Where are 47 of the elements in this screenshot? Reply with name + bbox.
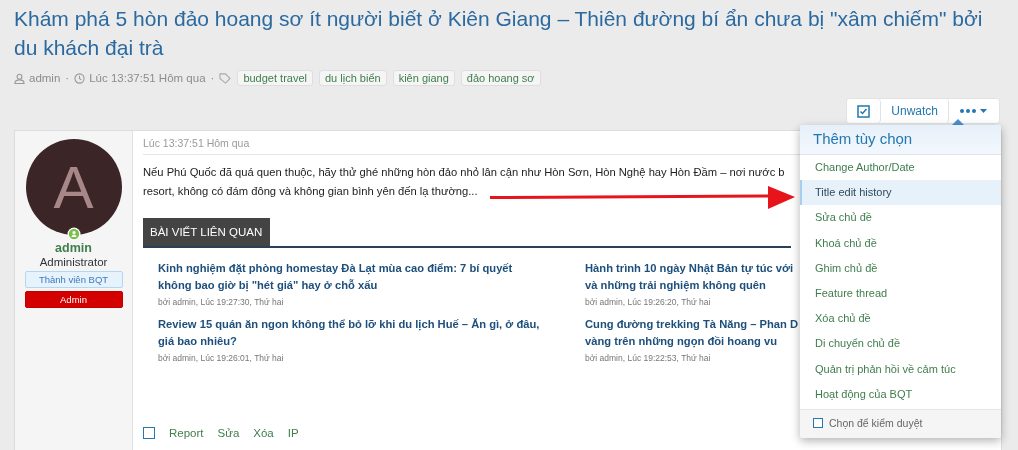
menu-item[interactable]: Ghim chủ đề (800, 255, 1001, 281)
related-post-link[interactable]: Hành trình 10 ngày Nhật Bản tự túc với và những trải nghiệm không quên (585, 260, 794, 293)
separator: · (65, 72, 70, 84)
menu-item[interactable]: Xóa chủ đề (800, 306, 1001, 332)
checkbox-icon (857, 104, 871, 118)
related-post-meta: bởi admin, Lúc 19:27:30, Thứ hai (158, 297, 284, 307)
related-post-meta: bởi admin, Lúc 19:22:53, Thứ hai (585, 353, 711, 363)
related-posts-tab[interactable]: BÀI VIẾT LIÊN QUAN (143, 218, 271, 246)
ellipsis-caret-icon (959, 107, 989, 115)
menu-item[interactable]: Feature thread (800, 280, 1001, 307)
author-link[interactable]: admin (29, 72, 61, 84)
avatar[interactable]: A (25, 139, 122, 235)
tag-icon (219, 72, 232, 84)
user-title: Administrator (39, 256, 108, 268)
related-post-link[interactable]: Review 15 quán ăn ngon không thể bỏ lỡ khi du lịch Huế – Ăn gì, ở đâu, giá bao nhiêu? (158, 316, 540, 349)
menu-item[interactable]: Di chuyển chủ đề (800, 331, 1001, 357)
menu-item[interactable]: Khoá chủ đề (800, 230, 1001, 256)
user-banner: Thành viên BQT (24, 271, 123, 288)
thread-title: Khám phá 5 hòn đảo hoang sơ ít người biết ở Kiên Giang – Thiên đường bí ẩn chưa bị "xâm chiếm" bởi du khách đại trà (14, 6, 984, 61)
username-link[interactable]: admin (55, 241, 92, 255)
related-post-link[interactable]: Cung đường trekking Tà Năng – Phan D vàng trên những ngọn đồi hoang vu (585, 316, 799, 349)
menu-item[interactable]: Hoạt động của BQT (800, 381, 1001, 407)
post-text-line: resort, không có đám đông và không gian bình yên đến lạ thường... (143, 184, 478, 199)
post-action-link[interactable]: Xóa (253, 427, 274, 439)
related-post-meta: bởi admin, Lúc 19:26:20, Thứ hai (585, 297, 711, 307)
thread-time: Lúc 13:37:51 Hôm qua (89, 72, 206, 84)
related-post-meta: bởi admin, Lúc 19:26:01, Thứ hai (158, 353, 284, 363)
select-button[interactable] (847, 99, 882, 123)
menu-item[interactable]: Title edit history (800, 180, 1001, 206)
menu-item[interactable]: Sửa chủ đề (800, 205, 1001, 231)
user-banner: Admin (24, 291, 123, 308)
post-action-link[interactable]: Sửa (217, 427, 240, 439)
tag[interactable]: budget travel (237, 70, 313, 86)
related-post-link[interactable]: Kinh nghiệm đặt phòng homestay Đà Lạt mùa cao điểm: 7 bí quyết không bao giờ bị "hét giá" hay ở chỗ xấu (158, 260, 513, 293)
clock-icon (74, 72, 86, 84)
tag[interactable]: đảo hoang sơ (460, 70, 541, 86)
select-checkbox[interactable] (143, 427, 155, 439)
separator: · (210, 72, 215, 84)
tag[interactable]: kiên giang (392, 70, 455, 86)
menu-item[interactable]: Quản trị phản hồi về cảm túc (800, 356, 1001, 382)
post-text-line: Nếu Phú Quốc đã quá quen thuộc, hãy thử ghé những hòn đảo nhỏ lân cận như Hòn Sơn, Hòn Nghệ hay Hòn Đầm – nơi nước b (143, 165, 785, 180)
tag[interactable]: du lịch biển (319, 70, 387, 86)
menu-item[interactable]: Change Author/Date (800, 155, 1001, 181)
post-action-link[interactable]: IP (287, 427, 299, 439)
menu-header: Thêm tùy chọn (800, 125, 1001, 155)
user-icon (14, 72, 25, 84)
post-action-link[interactable]: Report (169, 427, 204, 439)
